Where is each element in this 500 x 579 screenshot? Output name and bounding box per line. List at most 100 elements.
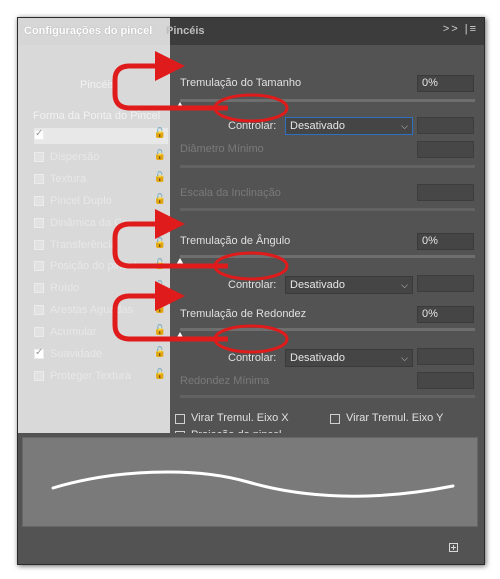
sidebar-item[interactable]: Textura 🔓	[34, 172, 168, 188]
sidebar-item-checkbox[interactable]	[34, 218, 44, 228]
lock-icon[interactable]: 🔓	[154, 128, 166, 139]
lock-icon[interactable]: 🔓	[154, 216, 166, 227]
flip-x-label: Virar Tremul. Eixo X	[191, 412, 289, 424]
lock-icon[interactable]: 🔓	[154, 347, 166, 358]
flip-x-checkbox[interactable]	[175, 414, 185, 424]
lock-icon[interactable]: 🔓	[154, 238, 166, 249]
sidebar-item[interactable]: Suavidade 🔓	[34, 347, 168, 363]
tab-bar: Configurações do pincel Pincéis >> |≡	[18, 18, 484, 45]
sidebar-item-label: Arestas Aguadas	[50, 304, 134, 316]
chevron-down-icon: ⌵	[401, 353, 408, 363]
min-roundness-label: Redondez Mínima	[180, 375, 270, 387]
sidebar-item-label: Dinâmica da Cor	[50, 217, 132, 229]
settings-content: Tremulação do Tamanho 0% Controlar: Desa…	[170, 45, 484, 441]
size-jitter-slider-track[interactable]	[180, 99, 475, 102]
sidebar-item-checkbox[interactable]	[34, 240, 44, 250]
sidebar-heading-brush-tip-shape[interactable]: Forma da Ponta do Pincel	[33, 110, 160, 122]
lock-icon[interactable]: 🔓	[154, 369, 166, 380]
lock-icon[interactable]: 🔓	[154, 303, 166, 314]
sidebar-item-checkbox[interactable]	[34, 261, 44, 271]
size-control-label: Controlar:	[228, 120, 277, 132]
sidebar-item[interactable]: Transferência 🔓	[34, 238, 168, 254]
chevron-down-icon: ⌵	[401, 280, 408, 290]
roundness-control-label: Controlar:	[228, 352, 277, 364]
sidebar-item-checkbox[interactable]	[34, 128, 44, 140]
brush-stroke-preview	[18, 433, 484, 564]
roundness-jitter-slider-thumb[interactable]	[176, 332, 184, 339]
sidebar-item-label: Dinâmica da Forma	[50, 129, 146, 141]
sidebar-item-label: Pincel Duplo	[50, 195, 112, 207]
size-control-extra-field	[417, 117, 474, 134]
lock-icon[interactable]: 🔓	[154, 325, 166, 336]
angle-control-label: Controlar:	[228, 279, 277, 291]
sidebar-item[interactable]: Posição do pincel 🔓	[34, 259, 168, 275]
roundness-jitter-slider-track[interactable]	[180, 328, 475, 331]
sidebar-item-label: Posição do pincel	[50, 260, 137, 272]
angle-control-value: Desativado	[290, 279, 346, 291]
sidebar-item-checkbox[interactable]	[34, 152, 44, 162]
lock-icon[interactable]: 🔓	[154, 150, 166, 161]
tilt-scale-field	[417, 184, 474, 201]
roundness-control-value: Desativado	[290, 352, 346, 364]
sidebar-item-label: Proteger Textura	[50, 370, 132, 382]
new-brush-icon[interactable]	[449, 543, 458, 552]
lock-icon[interactable]: 🔓	[154, 194, 166, 205]
roundness-jitter-label: Tremulação de Redondez	[180, 308, 307, 320]
sidebar-item[interactable]: Ruído 🔓	[34, 281, 168, 297]
lock-icon[interactable]: 🔓	[154, 172, 166, 183]
angle-jitter-slider-thumb[interactable]	[176, 258, 184, 265]
roundness-control-extra-field	[417, 348, 474, 365]
angle-jitter-slider-track[interactable]	[180, 255, 475, 258]
roundness-control-select[interactable]: Desativado ⌵	[285, 349, 413, 367]
sidebar-item-checkbox[interactable]	[34, 371, 44, 381]
sidebar-heading-brushes[interactable]: Pincéis	[80, 79, 115, 91]
chevron-down-icon: ⌵	[401, 121, 408, 131]
sidebar-item[interactable]: Pincel Duplo 🔓	[34, 194, 168, 210]
sidebar-item[interactable]: Dinâmica da Cor 🔓	[34, 216, 168, 232]
lock-icon[interactable]: 🔓	[154, 259, 166, 270]
sidebar-item[interactable]: Arestas Aguadas 🔓	[34, 303, 168, 319]
flip-y-checkbox[interactable]	[330, 414, 340, 424]
sidebar-item[interactable]: Acumular 🔓	[34, 325, 168, 341]
tab-brush-settings[interactable]: Configurações do pincel	[18, 18, 170, 45]
sidebar-item-label: Dispersão	[50, 151, 100, 163]
sidebar-item-label: Transferência	[50, 239, 117, 251]
angle-control-extra-field	[417, 275, 474, 292]
tilt-scale-label: Escala da Inclinação	[180, 187, 281, 199]
size-control-select[interactable]: Desativado ⌵	[285, 117, 413, 135]
tab-brushes[interactable]: Pincéis	[166, 18, 205, 45]
sidebar-item-checkbox[interactable]	[34, 305, 44, 315]
min-diameter-field	[417, 141, 474, 158]
flip-y-label: Virar Tremul. Eixo Y	[346, 412, 444, 424]
tilt-scale-track	[180, 208, 475, 211]
size-control-value: Desativado	[290, 120, 346, 132]
min-diameter-track	[180, 165, 475, 168]
sidebar-item[interactable]: Dispersão 🔓	[34, 150, 168, 166]
min-diameter-label: Diâmetro Mínimo	[180, 143, 264, 155]
sidebar-item-label: Textura	[50, 173, 87, 185]
size-jitter-label: Tremulação do Tamanho	[180, 77, 302, 89]
roundness-jitter-value-field[interactable]: 0%	[417, 306, 474, 323]
angle-jitter-label: Tremulação de Ângulo	[180, 235, 291, 247]
angle-control-select[interactable]: Desativado ⌵	[285, 276, 413, 294]
sidebar-item-label: Suavidade	[50, 348, 102, 360]
sidebar-item-checkbox[interactable]	[34, 196, 44, 206]
sidebar-item-label: Acumular	[50, 326, 97, 338]
size-jitter-slider-thumb[interactable]	[176, 102, 184, 109]
sidebar-item-checkbox[interactable]	[34, 327, 44, 337]
preview-canvas	[22, 437, 478, 527]
preview-stroke	[51, 470, 455, 498]
brush-settings-panel: Configurações do pincel Pincéis >> |≡ Pi…	[17, 17, 485, 565]
sidebar-item[interactable]: Dinâmica da Forma 🔓	[34, 128, 168, 144]
panel-menu-icon[interactable]: >> |≡	[443, 23, 478, 35]
sidebar: Pincéis Forma da Ponta do Pincel Dinâmic…	[18, 45, 170, 433]
sidebar-item-checkbox[interactable]	[34, 347, 44, 359]
sidebar-item-checkbox[interactable]	[34, 283, 44, 293]
sidebar-item[interactable]: Proteger Textura 🔓	[34, 369, 168, 385]
size-jitter-value-field[interactable]: 0%	[417, 75, 474, 92]
min-roundness-track	[180, 395, 475, 398]
min-roundness-field	[417, 372, 474, 389]
sidebar-item-checkbox[interactable]	[34, 174, 44, 184]
lock-icon[interactable]: 🔓	[154, 281, 166, 292]
angle-jitter-value-field[interactable]: 0%	[417, 233, 474, 250]
